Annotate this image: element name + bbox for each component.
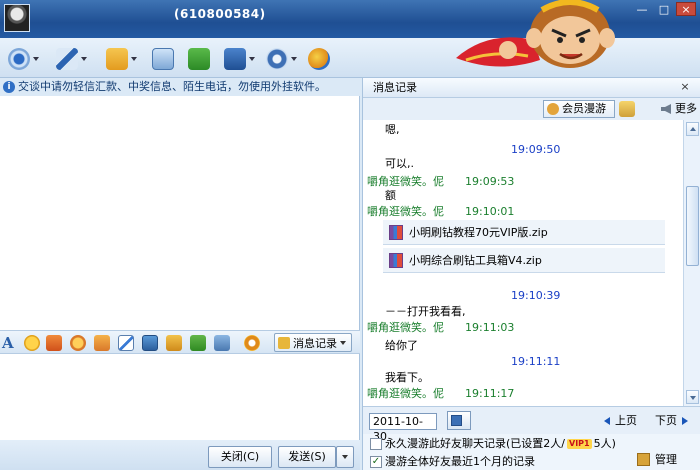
folder-icon — [106, 48, 128, 70]
zip-file-icon — [389, 253, 403, 268]
arrow-left-icon — [604, 417, 610, 425]
chevron-down-icon — [340, 340, 346, 345]
list-item: 嚼角逛微笑。伲 19:11:17 — [367, 387, 515, 400]
app-icon[interactable] — [244, 335, 260, 351]
graffiti-icon[interactable] — [118, 335, 134, 351]
vip-roaming-label: 会员漫游 — [562, 102, 606, 115]
app-button[interactable] — [308, 46, 330, 72]
send-button[interactable]: 发送(S) — [278, 446, 336, 468]
shake-window-icon[interactable] — [70, 335, 86, 351]
history-header: 消息记录 × — [363, 78, 700, 98]
history-nav: 2011-10-30 上页 下页 — [363, 406, 700, 443]
remote-assist-button[interactable] — [224, 46, 255, 72]
date-field[interactable]: 2011-10-30 — [369, 413, 437, 443]
window-title: (610800584) — [174, 7, 266, 21]
voice-message-icon[interactable] — [94, 335, 110, 351]
list-item: 给你了 — [385, 339, 418, 352]
list-item: 19:11:11 — [511, 355, 561, 368]
voice-call-button[interactable] — [56, 46, 87, 72]
send-options-button[interactable] — [336, 446, 354, 468]
clipboard-icon — [637, 453, 650, 466]
scroll-thumb[interactable] — [686, 186, 699, 266]
window-controls: — □ × — [632, 2, 696, 16]
add-icon — [188, 48, 210, 70]
calendar-icon — [451, 415, 462, 426]
screenshot-icon[interactable] — [214, 335, 230, 351]
speaker-icon — [661, 104, 671, 114]
history-toolbar: 会员漫游 更多 — [363, 98, 700, 120]
list-item: 嚼角逛微笑。伲 19:11:03 — [367, 321, 515, 334]
list-item: 嚼角逛微笑。伲 19:10:01 — [367, 205, 515, 218]
more-label: 更多 — [675, 102, 697, 115]
file-attachment[interactable]: 小明综合刷钻工具箱V4.zip — [383, 248, 665, 273]
chat-display-area[interactable] — [0, 96, 360, 330]
close-button[interactable]: 关闭(C) — [208, 446, 272, 468]
monkey-mascot-image — [456, 0, 615, 68]
scroll-up-button[interactable] — [686, 122, 699, 136]
penguin-icon — [547, 103, 559, 115]
arrow-down-icon — [690, 396, 696, 400]
list-item: －－打开我看看, — [385, 305, 466, 318]
close-icon[interactable]: × — [679, 81, 691, 93]
gift-icon[interactable] — [190, 335, 206, 351]
message-history-panel: 消息记录 × 会员漫游 更多 嗯, 19:09:50 可以,. 嚼角逛微笑。伲 1… — [362, 78, 700, 470]
gear-icon — [266, 48, 288, 70]
list-item: 嗯, — [385, 123, 400, 136]
permanent-roaming-checkbox[interactable] — [370, 438, 382, 450]
send-file-button[interactable] — [106, 46, 137, 72]
sms-button[interactable] — [152, 46, 174, 72]
list-item: 额 — [385, 189, 396, 202]
avatar[interactable] — [4, 4, 30, 32]
zip-file-icon — [389, 225, 403, 240]
security-notice: i 交谈中请勿轻信汇款、中奖信息、陌生电话，勿使用外挂软件。 — [0, 78, 360, 96]
arrow-right-icon — [682, 417, 688, 425]
close-window-button[interactable]: × — [676, 2, 696, 16]
create-group-button[interactable] — [188, 46, 210, 72]
globe-icon — [308, 48, 330, 70]
chevron-down-icon — [342, 455, 348, 459]
minimize-button[interactable]: — — [632, 2, 652, 16]
webcam-icon — [8, 48, 30, 70]
message-scrollbar[interactable] — [683, 120, 700, 406]
arrow-up-icon — [690, 127, 696, 131]
music-icon[interactable] — [166, 335, 182, 351]
scroll-down-button[interactable] — [686, 390, 699, 404]
message-record-button[interactable]: 消息记录 — [274, 333, 352, 352]
message-input[interactable] — [0, 354, 360, 440]
message-list[interactable]: 嗯, 19:09:50 可以,. 嚼角逛微笑。伲 19:09:53 额 嚼角逛微笑… — [363, 120, 683, 406]
calendar-button[interactable] — [447, 411, 471, 430]
vip-badge: VIP1 — [567, 439, 592, 449]
font-icon[interactable]: A — [2, 335, 18, 351]
microphone-icon — [56, 48, 78, 70]
list-item: 19:10:39 — [511, 289, 561, 302]
history-title: 消息记录 — [373, 81, 417, 94]
format-toolbar: A 消息记录 — [0, 330, 360, 354]
history-view-icon[interactable] — [619, 101, 635, 117]
roam-all-friends-checkbox[interactable]: ✓ — [370, 456, 382, 468]
app-settings-button[interactable] — [266, 46, 297, 72]
remote-desktop-icon — [224, 48, 246, 70]
manage-button[interactable]: 管理 — [637, 452, 677, 468]
chat-record-icon — [278, 336, 290, 349]
video-call-button[interactable] — [8, 46, 39, 72]
maximize-button[interactable]: □ — [654, 2, 674, 16]
send-bar: 关闭(C) 发送(S) — [0, 440, 360, 470]
message-record-label: 消息记录 — [293, 336, 337, 350]
image-icon[interactable] — [142, 335, 158, 351]
list-item: 我看下。 — [385, 371, 429, 384]
prev-page-button[interactable]: 上页 — [603, 413, 637, 429]
info-icon: i — [3, 81, 15, 93]
security-notice-text: 交谈中请勿轻信汇款、中奖信息、陌生电话，勿使用外挂软件。 — [18, 80, 326, 93]
emoticon-icon[interactable] — [24, 335, 40, 351]
list-item: 可以,. — [385, 157, 414, 170]
magic-emoticon-icon[interactable] — [46, 335, 62, 351]
more-button[interactable]: 更多 — [661, 101, 697, 117]
file-attachment[interactable]: 小明刷钻教程70元VIP版.zip — [383, 220, 665, 245]
sms-icon — [152, 48, 174, 70]
vip-roaming-button[interactable]: 会员漫游 — [543, 100, 615, 118]
next-page-button[interactable]: 下页 — [655, 413, 689, 429]
